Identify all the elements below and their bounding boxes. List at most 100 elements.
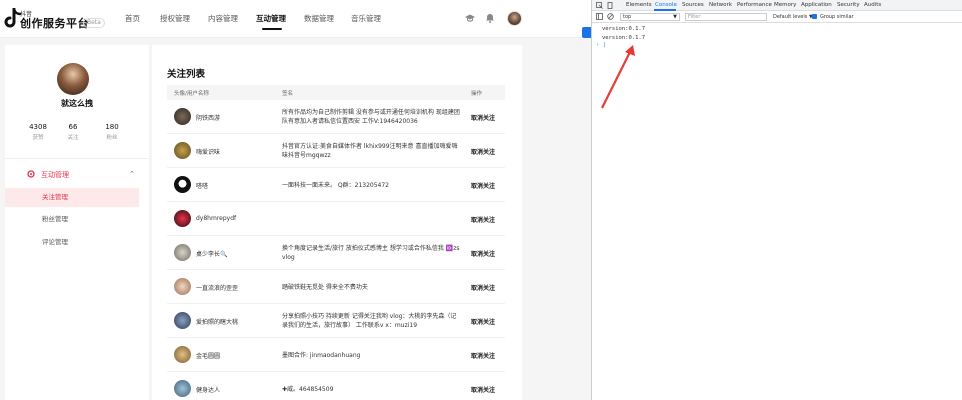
devtools-tab-sources[interactable]: Sources xyxy=(682,2,704,8)
select-arrow-icon: ▼ xyxy=(673,14,677,20)
table-row: 嗨爱识味 抖音官方认证:美食自媒体作者 lkhix999注明来意 喜直播加嗨爱嗨… xyxy=(167,134,505,168)
row-avatar[interactable] xyxy=(174,278,191,295)
devtools-tab-elements[interactable]: Elements xyxy=(626,2,652,8)
row-username[interactable]: 桌少李长🔍 xyxy=(196,249,227,258)
row-avatar[interactable] xyxy=(174,312,191,329)
nav-home[interactable]: 首页 xyxy=(125,13,140,24)
devtools-tab-console[interactable]: Console xyxy=(655,2,677,8)
sidemenu-item-comments[interactable]: 评论管理 xyxy=(5,233,139,252)
sidemenu-item-following[interactable]: 关注管理 xyxy=(5,188,139,207)
console-toolbar: top ▼ Filter Default levels ▼ Group simi… xyxy=(592,11,962,23)
console-filter-input[interactable]: Filter xyxy=(685,13,767,21)
stat-following-value: 66 xyxy=(68,123,78,131)
row-avatar[interactable] xyxy=(174,176,191,193)
log-levels-dropdown[interactable]: Default levels ▼ xyxy=(773,14,813,20)
annotation-arrow-icon xyxy=(601,45,635,109)
stat-following: 66 关注 xyxy=(58,123,88,141)
row-username[interactable]: 健身达人 xyxy=(196,385,220,394)
row-signature: ✚威。464854509 xyxy=(282,386,334,393)
row-signature: 抖音官方认证:美食自媒体作者 lkhix999注明来意 喜直播加嗨爱嗨味抖音号m… xyxy=(282,143,458,159)
nav-interaction[interactable]: 互动管理 xyxy=(256,13,286,24)
toggle-sidebar-icon[interactable] xyxy=(596,13,603,20)
page-title: 关注列表 xyxy=(167,69,206,80)
devtools-tab-security[interactable]: Security xyxy=(837,2,860,8)
nav-content[interactable]: 内容管理 xyxy=(208,13,238,24)
unfollow-button[interactable]: 取消关注 xyxy=(471,249,495,258)
nav-authorization[interactable]: 授权管理 xyxy=(160,13,190,24)
unfollow-button[interactable]: 取消关注 xyxy=(471,317,495,326)
header-signature: 签名 xyxy=(282,91,294,97)
row-username[interactable]: 阴铁西游 xyxy=(196,113,220,122)
sidemenu-interaction-header[interactable]: 互动管理 xyxy=(41,170,69,180)
sidemenu-item-fans[interactable]: 粉丝管理 xyxy=(5,210,139,229)
profile-avatar xyxy=(57,63,89,95)
device-toolbar-icon[interactable] xyxy=(607,2,614,9)
row-signature: 换个角度记录生活/旅行 放拍仪式感博主 想学习或合作私信我 🆔zsvlog xyxy=(282,245,460,261)
row-username[interactable]: dy8hmrepydf xyxy=(196,215,236,222)
table-row: 嗒嗒 一面科技一面未来。 Q群：213205472 取消关注 xyxy=(167,168,505,202)
unfollow-button[interactable]: 取消关注 xyxy=(471,113,495,122)
devtools-tab-performance[interactable]: Performance xyxy=(737,2,772,8)
unfollow-button[interactable]: 取消关注 xyxy=(471,181,495,190)
row-avatar[interactable] xyxy=(174,244,191,261)
profile-name: 就这么拽 xyxy=(61,99,93,108)
unfollow-button[interactable]: 取消关注 xyxy=(471,283,495,292)
clear-console-icon[interactable] xyxy=(607,13,614,20)
nav-music[interactable]: 音乐管理 xyxy=(351,13,381,24)
table-row: 阴铁西游 所有作品均为自己制作剪辑 没有参与或开通任何培训机构 现组建团队有意加… xyxy=(167,100,505,134)
nav-active-indicator xyxy=(262,28,282,30)
table-row: 一直流浪的歪歪 踏破铁鞋无觅处 得来全不费功夫 取消关注 xyxy=(167,270,505,304)
table-row: 健身达人 ✚威。464854509 取消关注 xyxy=(167,372,505,400)
devtools-tab-bar: Elements Console Sources Network Perform… xyxy=(592,0,962,11)
devtools-tab-audits[interactable]: Audits xyxy=(864,2,881,8)
devtools-tab-application[interactable]: Application xyxy=(801,2,832,8)
header-action: 操作 xyxy=(471,91,483,97)
row-username[interactable]: 金毛圆圆 xyxy=(196,351,220,360)
app-area: 抖音 创作服务平台 Beta 首页 授权管理 内容管理 互动管理 数据管理 音乐… xyxy=(0,0,591,400)
row-signature: 分享拍照小技巧 持续更新 记得关注我哟 vlog：大桃的李先森（记录我们的生活，… xyxy=(282,313,457,329)
devtools-tab-memory[interactable]: Memory xyxy=(774,2,796,8)
context-select-value: top xyxy=(623,14,632,20)
stat-fans-value: 180 xyxy=(105,123,119,131)
stat-fans: 180 粉丝 xyxy=(97,123,127,141)
group-similar-checkbox[interactable] xyxy=(812,14,817,19)
bell-icon[interactable] xyxy=(485,13,495,23)
console-prompt[interactable]: › | xyxy=(596,42,606,48)
row-signature: 一面科技一面未来。 Q群：213205472 xyxy=(282,182,389,189)
stat-fans-label: 粉丝 xyxy=(106,135,118,141)
unfollow-button[interactable]: 取消关注 xyxy=(471,351,495,360)
table-row: 桌少李长🔍 换个角度记录生活/旅行 放拍仪式感博主 想学习或合作私信我 🆔zsv… xyxy=(167,236,505,270)
brand-badge: Beta xyxy=(83,18,105,28)
table-header: 头像/用户名称 签名 操作 xyxy=(167,85,505,100)
devtools-tab-network[interactable]: Network xyxy=(709,2,732,8)
row-avatar[interactable] xyxy=(174,210,191,227)
row-avatar[interactable] xyxy=(174,142,191,159)
screen: 抖音 创作服务平台 Beta 首页 授权管理 内容管理 互动管理 数据管理 音乐… xyxy=(0,0,962,400)
row-username[interactable]: 嗨爱识味 xyxy=(196,147,220,156)
interaction-icon xyxy=(27,170,35,178)
table-row: dy8hmrepydf 取消关注 xyxy=(167,202,505,236)
stat-likes-value: 4308 xyxy=(29,123,47,131)
context-select[interactable]: top ▼ xyxy=(620,13,680,21)
user-avatar[interactable] xyxy=(507,11,522,26)
inspect-element-icon[interactable] xyxy=(596,2,603,9)
console-log-line: version:0.1.7 xyxy=(602,35,646,41)
row-signature: 所有作品均为自己制作剪辑 没有参与或开通任何培训机构 现组建团队有意加入者请私信… xyxy=(282,109,460,125)
stat-likes-label: 获赞 xyxy=(32,135,44,141)
unfollow-button[interactable]: 取消关注 xyxy=(471,385,495,394)
chevron-up-icon[interactable]: ⌃ xyxy=(129,170,135,178)
row-signature: 墨图合作: jinmaodanhuang xyxy=(282,352,361,359)
brand-title[interactable]: 创作服务平台 xyxy=(20,15,89,31)
unfollow-button[interactable]: 取消关注 xyxy=(471,215,495,224)
devtools-panel: Elements Console Sources Network Perform… xyxy=(591,0,962,400)
row-username[interactable]: 嗒嗒 xyxy=(196,181,208,190)
graduation-cap-icon[interactable] xyxy=(465,13,475,23)
nav-data[interactable]: 数据管理 xyxy=(304,13,334,24)
row-avatar[interactable] xyxy=(174,346,191,363)
row-avatar[interactable] xyxy=(174,108,191,125)
unfollow-button[interactable]: 取消关注 xyxy=(471,147,495,156)
row-avatar[interactable] xyxy=(174,380,191,397)
row-username[interactable]: 一直流浪的歪歪 xyxy=(196,283,238,292)
row-username[interactable]: 爱拍照的瞎大桃 xyxy=(196,317,238,326)
top-navigation: 抖音 创作服务平台 Beta 首页 授权管理 内容管理 互动管理 数据管理 音乐… xyxy=(0,0,591,38)
